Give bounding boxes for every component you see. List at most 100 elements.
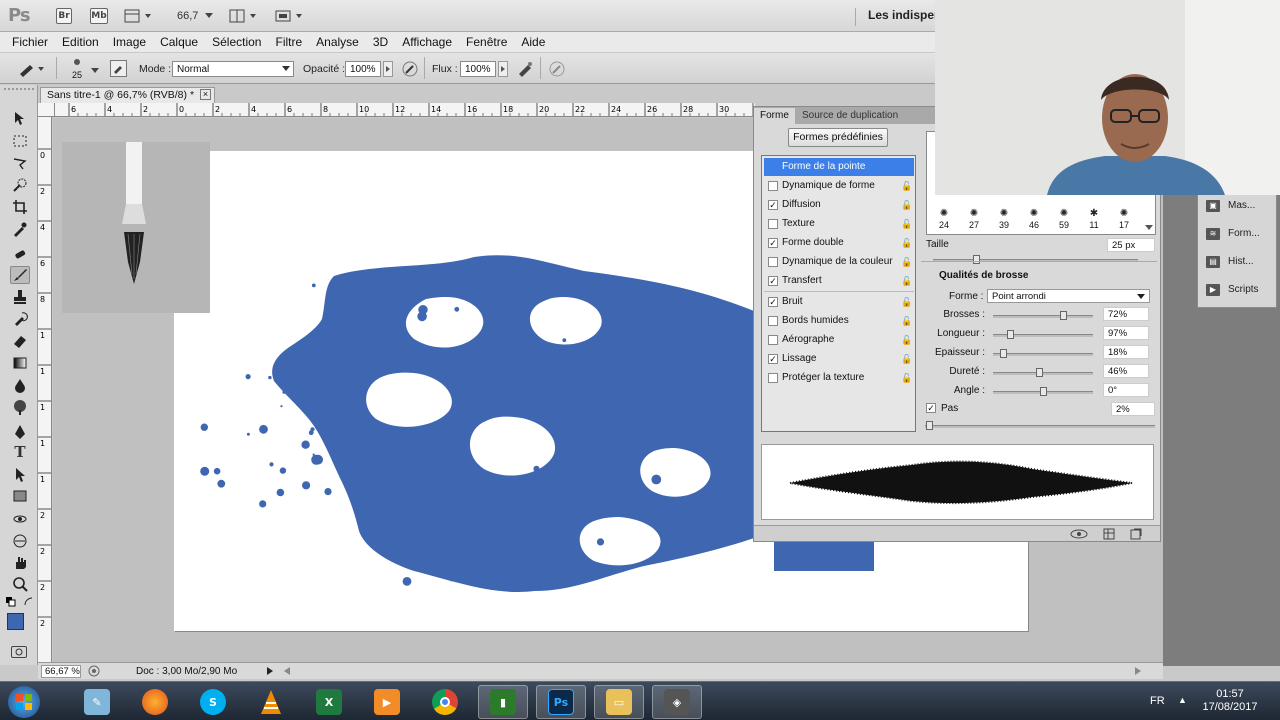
taskbar-app[interactable]: ◈ <box>652 685 702 719</box>
param-value-input[interactable]: 97% <box>1103 326 1149 340</box>
hand-tool-icon[interactable] <box>10 554 30 572</box>
marquee-tool-icon[interactable] <box>10 132 30 150</box>
checkbox[interactable] <box>768 181 778 191</box>
setting-transfert[interactable]: ✓ Transfert 🔓 <box>764 272 914 290</box>
3d-rotate-tool-icon[interactable] <box>10 510 30 528</box>
param-value-input[interactable]: 46% <box>1103 364 1149 378</box>
brush-tip-cell[interactable]: ✺ 24 <box>929 208 959 233</box>
taskbar-vlc[interactable] <box>246 685 296 719</box>
dock-item-scripts[interactable]: ▶ Scripts <box>1204 281 1276 299</box>
system-clock[interactable]: 01:57 17/08/2017 <box>1198 688 1262 714</box>
taskbar-photoshop[interactable]: Ps <box>536 685 586 719</box>
menu-affichage[interactable]: Affichage <box>402 35 452 49</box>
panel-grip[interactable] <box>4 88 34 94</box>
dock-item-formes[interactable]: ≋ Form... <box>1204 225 1276 243</box>
status-zoom-input[interactable]: 66,67 % <box>41 665 81 678</box>
pas-checkbox[interactable]: ✓ <box>926 403 936 413</box>
eyedropper-tool-icon[interactable] <box>10 220 30 238</box>
healing-brush-tool-icon[interactable] <box>10 245 30 263</box>
taskbar-skype[interactable]: S <box>188 685 238 719</box>
checkbox[interactable]: ✓ <box>768 200 778 210</box>
minibridge-button[interactable]: Mb <box>90 8 108 24</box>
checkbox[interactable] <box>768 219 778 229</box>
view-extras-icon[interactable] <box>123 8 153 24</box>
checkbox[interactable] <box>768 257 778 267</box>
param-value-input[interactable]: 18% <box>1103 345 1149 359</box>
dock-item-masques[interactable]: ▣ Mas... <box>1204 197 1276 215</box>
menu-fichier[interactable]: Fichier <box>12 35 48 49</box>
swap-colors-icon[interactable] <box>24 597 34 610</box>
foreground-color-swatch[interactable] <box>7 613 24 630</box>
lock-icon[interactable]: 🔓 <box>901 200 912 210</box>
brush-panel-toggle-icon[interactable] <box>110 60 127 77</box>
menu-fenetre[interactable]: Fenêtre <box>466 35 507 49</box>
lock-icon[interactable]: 🔓 <box>901 373 912 383</box>
pas-slider[interactable] <box>925 421 1155 430</box>
dock-item-historique[interactable]: ▤ Hist... <box>1204 253 1276 271</box>
lock-icon[interactable]: 🔓 <box>901 316 912 326</box>
document-profile-icon[interactable] <box>88 665 100 680</box>
lock-icon[interactable]: 🔓 <box>901 297 912 307</box>
setting-texture[interactable]: Texture 🔓 <box>764 215 914 233</box>
setting-aerographe[interactable]: Aérographe 🔓 <box>764 331 914 349</box>
setting-bords-humides[interactable]: Bords humides 🔓 <box>764 312 914 330</box>
close-document-icon[interactable]: × <box>200 89 211 100</box>
slider-handle[interactable] <box>1040 387 1047 396</box>
move-tool-icon[interactable] <box>10 109 30 127</box>
scroll-right-icon[interactable] <box>1134 666 1142 679</box>
lock-icon[interactable]: 🔓 <box>901 257 912 267</box>
lock-icon[interactable]: 🔓 <box>901 276 912 286</box>
param-slider[interactable] <box>993 387 1093 396</box>
type-tool-icon[interactable]: T <box>10 443 30 461</box>
setting-bruit[interactable]: ✓ Bruit 🔓 <box>764 293 914 311</box>
opacity-input[interactable]: 100% <box>345 61 381 77</box>
lock-icon[interactable]: 🔓 <box>901 335 912 345</box>
brush-tip-cell[interactable]: ✱ 11 <box>1079 208 1109 233</box>
lock-icon[interactable]: 🔓 <box>901 181 912 191</box>
checkbox[interactable]: ✓ <box>768 276 778 286</box>
checkbox[interactable] <box>768 335 778 345</box>
checkbox[interactable] <box>768 373 778 383</box>
checkbox[interactable]: ✓ <box>768 238 778 248</box>
menu-filtre[interactable]: Filtre <box>275 35 302 49</box>
tab-forme[interactable]: Forme <box>754 108 795 124</box>
pas-input[interactable]: 2% <box>1111 402 1155 416</box>
menu-selection[interactable]: Sélection <box>212 35 261 49</box>
forme-select[interactable]: Point arrondi <box>987 289 1150 303</box>
setting-forme-double[interactable]: ✓ Forme double 🔓 <box>764 234 914 252</box>
menu-aide[interactable]: Aide <box>521 35 545 49</box>
zoom-tool-icon[interactable] <box>10 575 30 593</box>
brush-presets-button[interactable]: Formes prédéfinies <box>788 128 888 147</box>
taskbar-camtasia[interactable]: ▮ <box>478 685 528 719</box>
brush-tip-cell[interactable]: ✺ 17 <box>1109 208 1139 233</box>
scroll-down-icon[interactable] <box>1145 222 1153 234</box>
dodge-tool-icon[interactable] <box>10 398 30 416</box>
checkbox[interactable]: ✓ <box>768 297 778 307</box>
quick-mask-icon[interactable] <box>11 646 27 658</box>
param-slider[interactable] <box>993 311 1093 320</box>
brush-tool-icon[interactable] <box>10 266 30 284</box>
show-hidden-icons-icon[interactable]: ▲ <box>1178 695 1187 705</box>
new-brush-icon[interactable] <box>1130 528 1142 543</box>
slider-handle[interactable] <box>926 421 933 430</box>
brush-tip-cell[interactable]: ✺ 59 <box>1049 208 1079 233</box>
rectangle-tool-icon[interactable] <box>10 487 30 505</box>
setting-forme-pointe[interactable]: Forme de la pointe <box>764 158 914 176</box>
mode-select[interactable]: Normal <box>172 61 294 77</box>
arrange-documents-icon[interactable] <box>228 8 258 24</box>
slider-handle[interactable] <box>1007 330 1014 339</box>
taskbar-firefox[interactable] <box>130 685 180 719</box>
gradient-tool-icon[interactable] <box>10 354 30 372</box>
workspace-title[interactable]: Les indispens <box>855 8 935 26</box>
setting-proteger-texture[interactable]: Protéger la texture 🔓 <box>764 369 914 387</box>
bridge-button[interactable]: Br <box>56 8 72 24</box>
pen-tool-icon[interactable] <box>10 423 30 441</box>
zoom-dropdown-icon[interactable] <box>204 8 214 24</box>
flow-input[interactable]: 100% <box>460 61 496 77</box>
brush-tool-preset-icon[interactable] <box>18 61 48 80</box>
3d-orbit-tool-icon[interactable] <box>10 532 30 550</box>
brush-size-picker[interactable]: 25 <box>66 57 88 80</box>
menu-image[interactable]: Image <box>113 35 146 49</box>
taskbar-excel[interactable]: X <box>304 685 354 719</box>
lock-icon[interactable]: 🔓 <box>901 354 912 364</box>
